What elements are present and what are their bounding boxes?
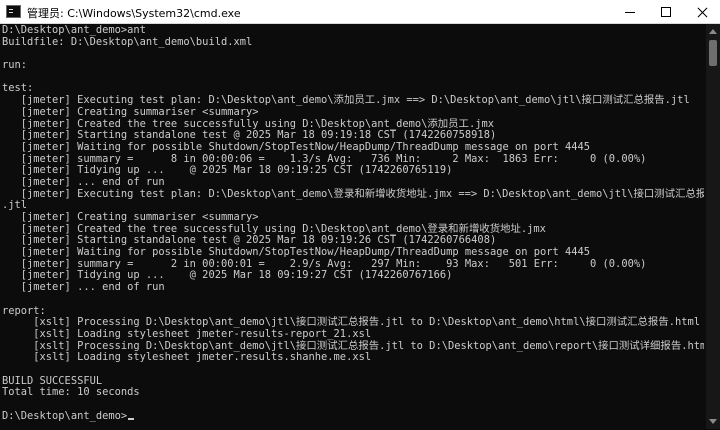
terminal-line-text: [jmeter] Waiting for possible Shutdown/S… xyxy=(2,246,591,259)
terminal-line: run: xyxy=(2,59,704,72)
terminal-line-text: [jmeter] Starting standalone test @ 2025… xyxy=(2,129,497,142)
terminal-line-text: [jmeter] Starting standalone test @ 2025… xyxy=(2,234,497,247)
terminal-line-text: run: xyxy=(2,59,28,72)
terminal-line: [jmeter] ... end of run xyxy=(2,281,704,294)
terminal-line-text: D:\Desktop\ant_demo>ant xyxy=(2,24,146,36)
terminal-line-text: [jmeter] Creating summariser <summary> xyxy=(2,105,259,118)
console-icon xyxy=(6,5,21,18)
window-title: 管理员: C:\Windows\System32\cmd.exe xyxy=(27,7,241,20)
terminal-line-text: [jmeter] summary = 8 in 00:00:06 = 1.3/s… xyxy=(2,152,647,165)
terminal-line-text: [jmeter] Creating summariser <summary> xyxy=(2,211,259,223)
minimize-button[interactable] xyxy=(612,0,648,24)
terminal-line-text: [xslt] Processing D:\Desktop\ant_demo\jt… xyxy=(2,316,700,329)
terminal-line-text: [xslt] Loading stylesheet jmeter-results… xyxy=(2,327,372,340)
maximize-icon xyxy=(661,7,671,17)
terminal-output[interactable]: D:\Desktop\ant_demo>ant Buildfile: D:\Des… xyxy=(2,24,704,430)
terminal-line-text: [xslt] Processing D:\Desktop\ant_demo\jt… xyxy=(2,339,704,352)
terminal-line-text: [jmeter] Tidying up ... @ 2025 Mar 18 09… xyxy=(2,164,453,177)
terminal-line: Total time: 10 seconds xyxy=(2,386,704,399)
terminal-line-text: D:\Desktop\ant_demo> xyxy=(2,409,128,422)
terminal-line-text: BUILD SUCCESSFUL xyxy=(2,374,103,387)
terminal-line-text: report: xyxy=(2,304,46,317)
terminal-line-text: Total time: 10 seconds xyxy=(2,386,140,399)
vertical-scrollbar[interactable] xyxy=(706,24,720,429)
terminal-line-text: [xslt] Loading stylesheet jmeter.results… xyxy=(2,351,372,364)
title-bar[interactable]: 管理员: C:\Windows\System32\cmd.exe xyxy=(0,0,720,24)
minimize-icon xyxy=(625,11,635,13)
terminal-line-text: [jmeter] summary = 2 in 00:00:01 = 2.9/s… xyxy=(2,257,647,270)
terminal-line-text: [jmeter] Executing test plan: D:\Desktop… xyxy=(2,94,690,107)
terminal-line-text: test: xyxy=(2,82,34,95)
terminal-line-text: [jmeter] ... end of run xyxy=(2,281,165,294)
terminal-line-text: [jmeter] Created the tree successfully u… xyxy=(2,222,546,235)
terminal-line-text: Buildfile: D:\Desktop\ant_demo\build.xml xyxy=(2,35,253,48)
terminal-line-text: .jtl xyxy=(2,199,28,212)
terminal-line: [xslt] Loading stylesheet jmeter.results… xyxy=(2,351,704,364)
terminal-line: [jmeter] Executing test plan: D:\Desktop… xyxy=(2,187,704,201)
terminal-line-text: [jmeter] Waiting for possible Shutdown/S… xyxy=(2,140,591,153)
text-cursor xyxy=(128,417,135,420)
close-icon xyxy=(697,7,708,18)
scrollbar-thumb[interactable] xyxy=(709,40,717,66)
terminal-line-text: [jmeter] Executing test plan: D:\Desktop… xyxy=(2,187,704,200)
scroll-down-arrow-icon[interactable] xyxy=(709,419,717,424)
maximize-button[interactable] xyxy=(648,0,684,24)
terminal-line: D:\Desktop\ant_demo> xyxy=(2,409,704,423)
terminal-line-text: [jmeter] ... end of run xyxy=(2,175,165,188)
terminal-line-text: [jmeter] Tidying up ... @ 2025 Mar 18 09… xyxy=(2,269,453,282)
terminal-line: Buildfile: D:\Desktop\ant_demo\build.xml xyxy=(2,35,704,49)
scroll-up-arrow-icon[interactable] xyxy=(709,29,717,34)
terminal-line-text: [jmeter] Created the tree successfully u… xyxy=(2,117,494,130)
close-button[interactable] xyxy=(684,0,720,24)
